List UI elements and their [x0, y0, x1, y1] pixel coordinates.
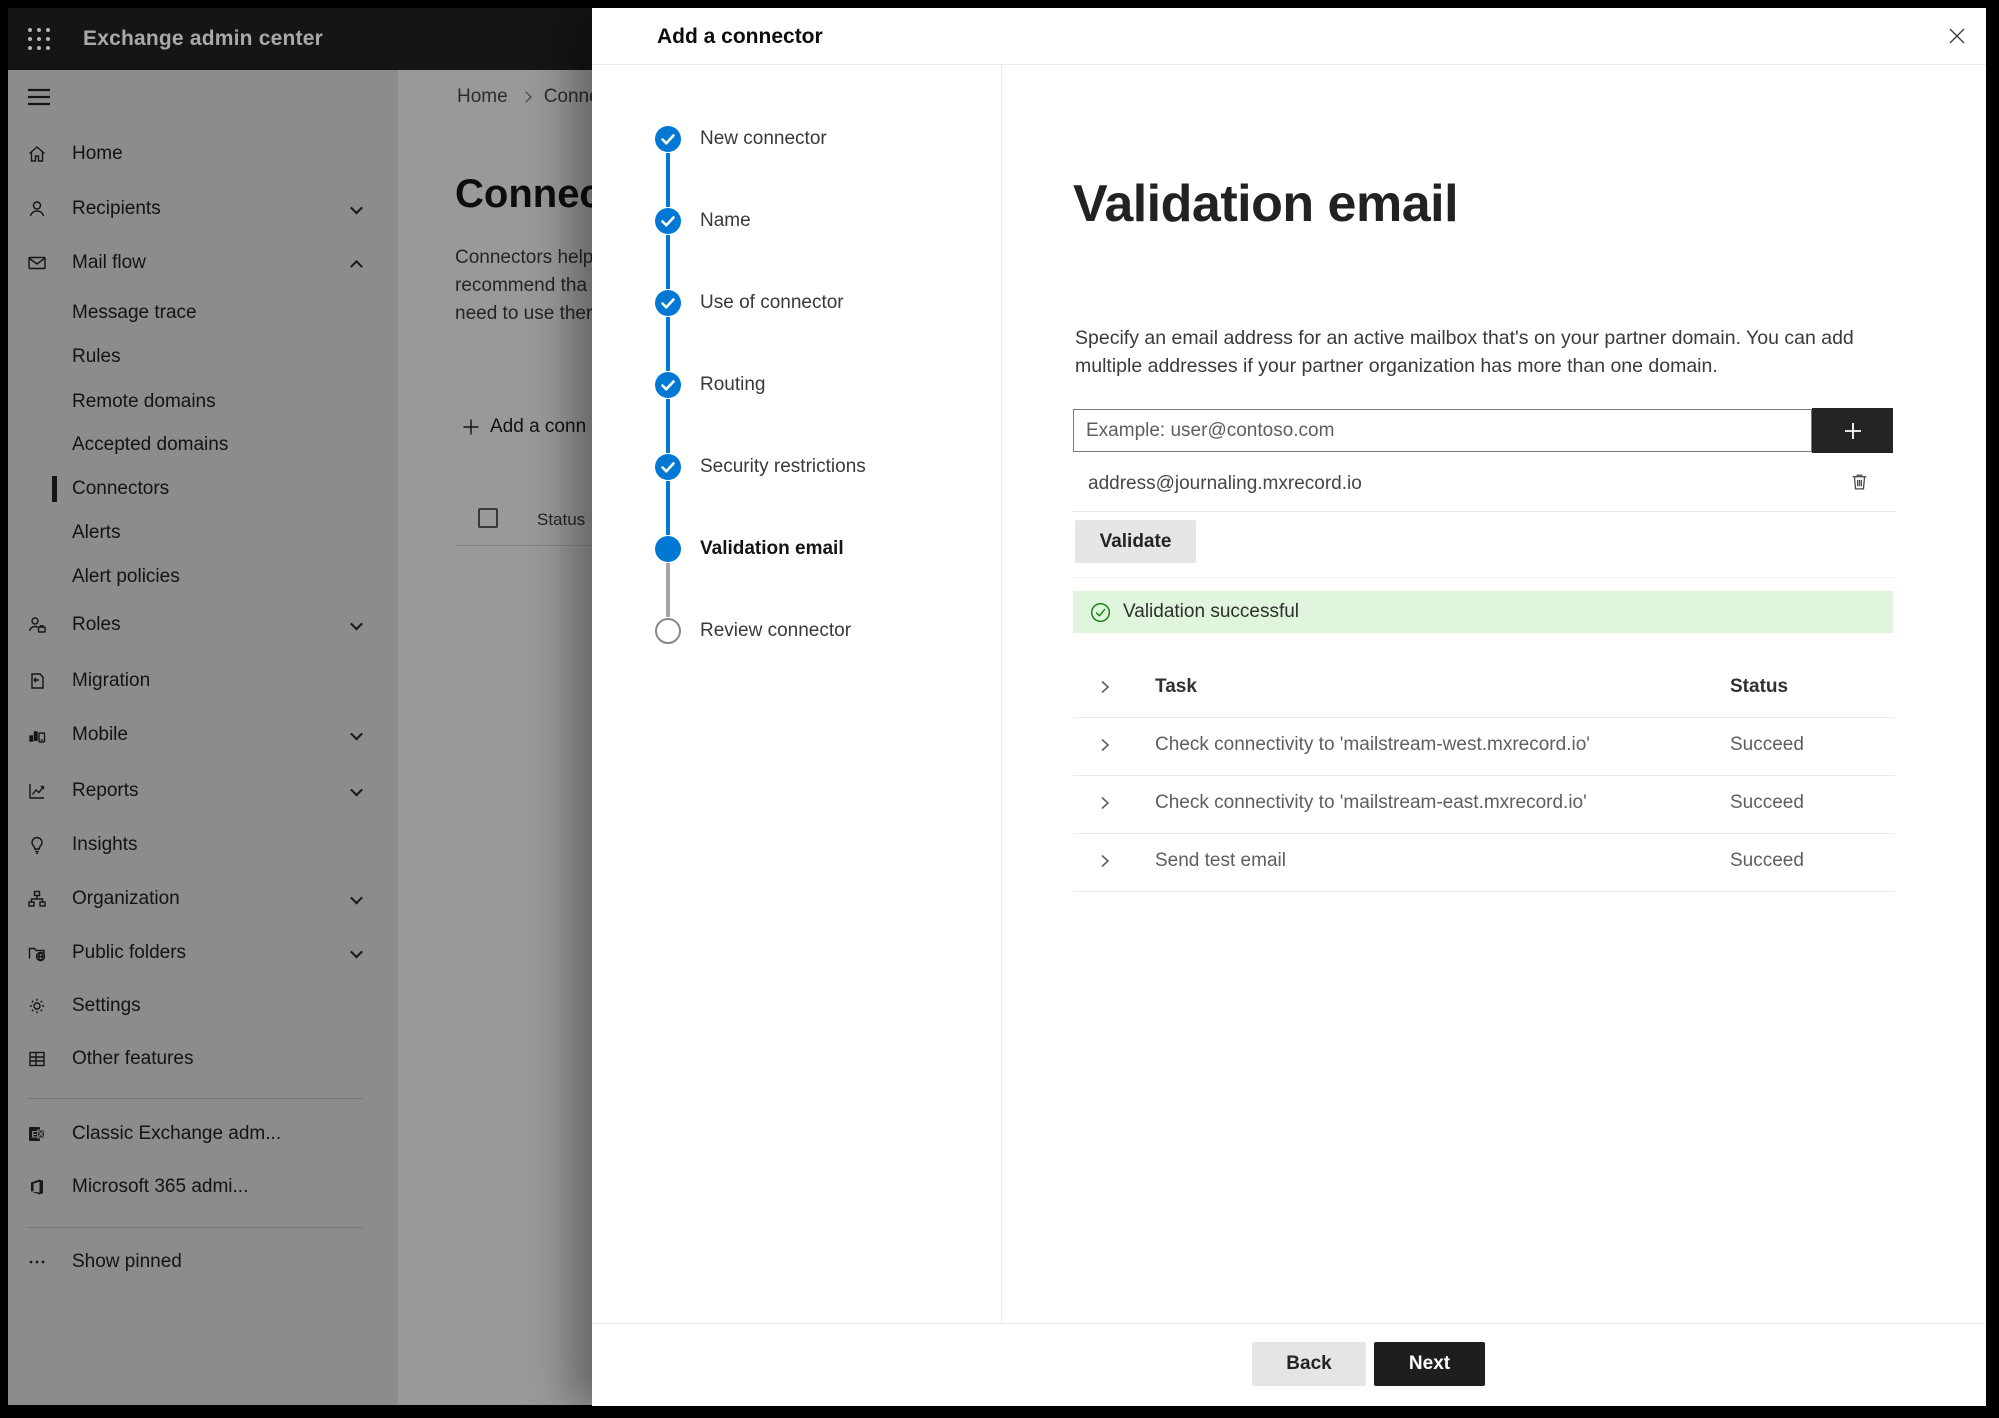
expand-row-chevron-icon[interactable] [1097, 737, 1113, 753]
step-upcoming-icon [655, 618, 681, 644]
status-cell: Succeed [1730, 734, 1804, 755]
step-connector-line [666, 481, 670, 535]
step-description: Specify an email address for an active m… [1075, 327, 1854, 377]
wizard-step-name[interactable]: Name [655, 208, 751, 234]
wizard-step-review-connector[interactable]: Review connector [655, 618, 851, 644]
table-divider [1073, 775, 1895, 776]
footer-divider [592, 1323, 1986, 1324]
email-address-input[interactable] [1073, 409, 1812, 452]
table-divider [1073, 833, 1895, 834]
step-connector-line [666, 563, 670, 617]
step-completed-icon [655, 454, 681, 480]
plus-icon [1844, 422, 1861, 439]
next-button[interactable]: Next [1374, 1342, 1485, 1386]
wizard-step-validation-email[interactable]: Validation email [655, 536, 844, 562]
step-connector-line [666, 153, 670, 207]
wizard-step-security-restrictions[interactable]: Security restrictions [655, 454, 866, 480]
table-divider [1073, 717, 1895, 718]
step-completed-icon [655, 290, 681, 316]
step-completed-icon [655, 208, 681, 234]
step-connector-line [666, 399, 670, 453]
task-cell: Check connectivity to 'mailstream-east.m… [1155, 792, 1587, 813]
dialog-title: Add a connector [657, 25, 823, 48]
address-row-divider [1073, 511, 1895, 512]
banner-text: Validation successful [1123, 601, 1300, 622]
step-active-icon [655, 536, 681, 562]
expand-row-chevron-icon[interactable] [1097, 853, 1113, 869]
expand-all-chevron-icon[interactable] [1097, 679, 1113, 695]
added-address-item: address@journaling.mxrecord.io [1088, 473, 1362, 494]
step-connector-line [666, 317, 670, 371]
validate-button[interactable]: Validate [1075, 520, 1196, 563]
wizard-step-routing[interactable]: Routing [655, 372, 766, 398]
add-address-button[interactable] [1812, 408, 1893, 453]
section-divider [1073, 577, 1895, 578]
step-connector-line [666, 235, 670, 289]
dialog-header: Add a connector [592, 8, 1986, 65]
table-row[interactable]: Check connectivity to 'mailstream-west.m… [1073, 732, 1895, 760]
results-table-header: Task Status [1073, 674, 1895, 702]
expand-row-chevron-icon[interactable] [1097, 795, 1113, 811]
task-column-header: Task [1155, 676, 1197, 697]
table-row[interactable]: Send test email Succeed [1073, 848, 1895, 876]
app-launcher-icon[interactable] [25, 25, 53, 53]
status-column-header: Status [1730, 676, 1789, 697]
step-completed-icon [655, 126, 681, 152]
wizard-step-new-connector[interactable]: New connector [655, 126, 827, 152]
success-check-icon [1090, 602, 1111, 622]
table-row[interactable]: Check connectivity to 'mailstream-east.m… [1073, 790, 1895, 818]
app-title: Exchange admin center [83, 27, 323, 50]
steps-content-divider [1001, 65, 1002, 1323]
status-cell: Succeed [1730, 792, 1804, 813]
step-heading: Validation email [1073, 175, 1459, 233]
close-icon[interactable] [1944, 23, 1970, 49]
status-cell: Succeed [1730, 850, 1804, 871]
table-divider [1073, 891, 1895, 892]
delete-address-icon[interactable] [1849, 471, 1870, 492]
validation-success-banner: Validation successful [1073, 591, 1893, 633]
back-button[interactable]: Back [1252, 1342, 1366, 1386]
task-cell: Check connectivity to 'mailstream-west.m… [1155, 734, 1590, 755]
wizard-step-use-of-connector[interactable]: Use of connector [655, 290, 844, 316]
screen: Exchange admin center Home Recipients Ma… [0, 0, 1999, 1418]
task-cell: Send test email [1155, 850, 1286, 871]
add-connector-dialog: Add a connector New connector Name Use o… [592, 8, 1986, 1406]
step-completed-icon [655, 372, 681, 398]
